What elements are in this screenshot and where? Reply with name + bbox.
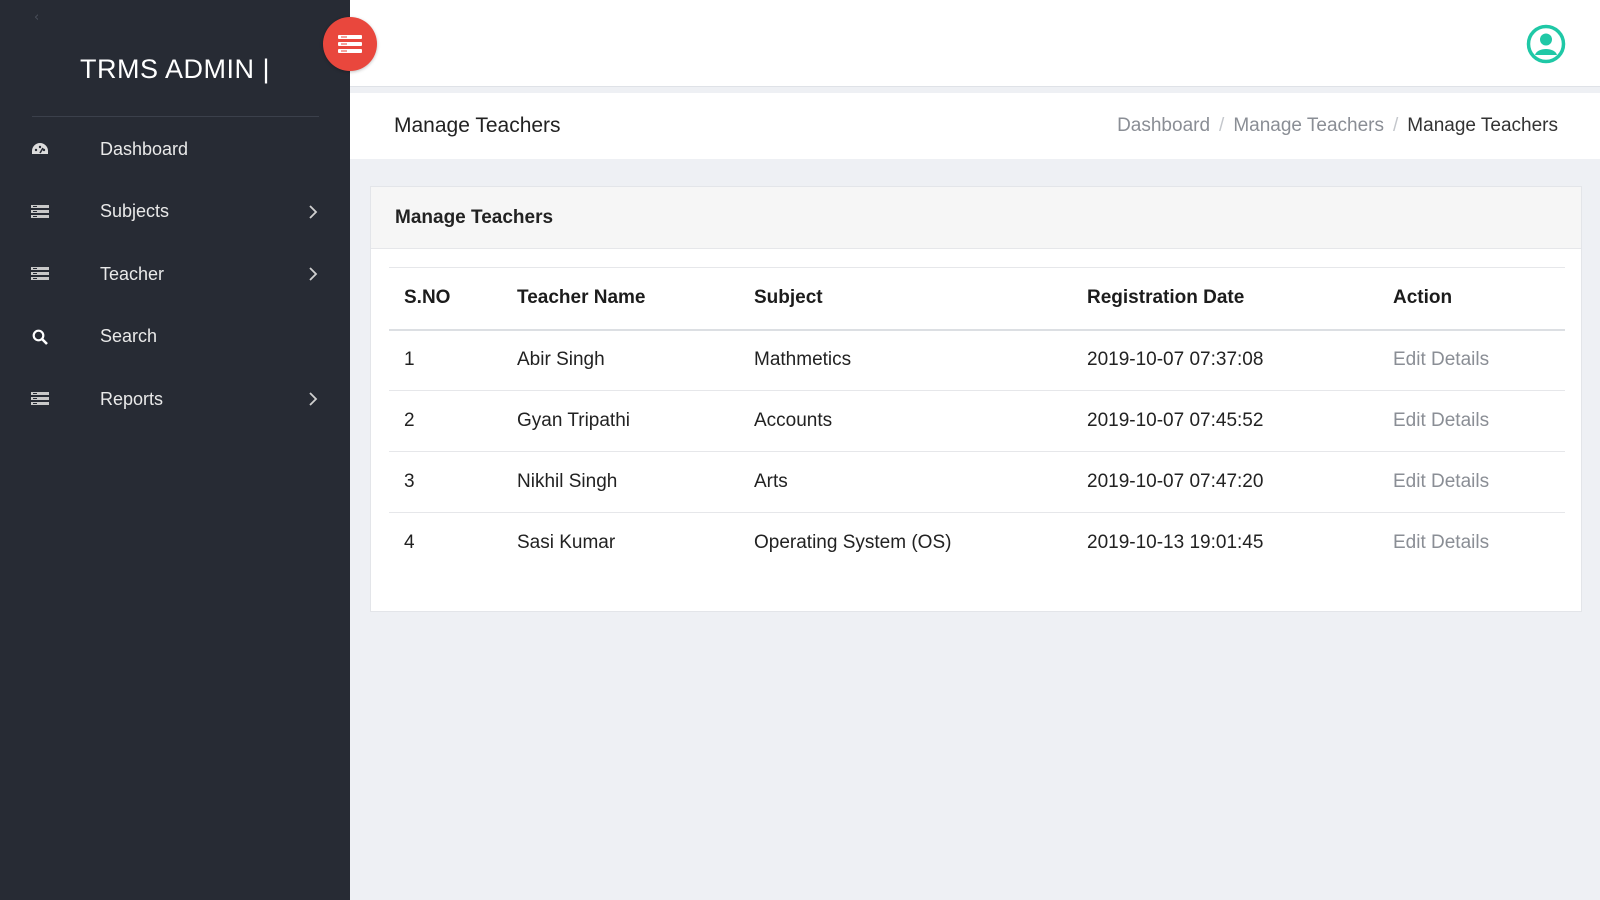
cell-subject: Operating System (OS) (754, 532, 952, 554)
back-arrow-icon[interactable]: ‹ (34, 10, 39, 25)
teachers-table: S.NO Teacher Name Subject Registration D… (389, 267, 1565, 574)
chevron-right-icon (306, 392, 320, 406)
cell-teacher-name: Nikhil Singh (502, 451, 739, 513)
cell-subject: Mathmetics (739, 329, 1072, 391)
menu-list-icon (338, 35, 362, 53)
brand-title: TRMS ADMIN | (79, 54, 271, 84)
cell-registration-date: 2019-10-07 07:37:08 (1072, 329, 1378, 391)
sidebar-item-label: Dashboard (100, 138, 189, 159)
page-header: Manage Teachers Dashboard / Manage Teach… (350, 93, 1600, 159)
cell-registration-date: 2019-10-07 07:47:20 (1072, 451, 1378, 513)
sidebar-nav: Dashboard Subjects Teacher Search Report… (0, 118, 350, 431)
search-icon (30, 327, 50, 347)
cell-teacher-name: Abir Singh (502, 329, 739, 391)
sidebar-item-label: Search (100, 326, 158, 347)
sidebar-item-label: Teacher (100, 263, 165, 284)
cell-registration-date: 2019-10-07 07:45:52 (1072, 390, 1378, 452)
column-header-action: Action (1378, 267, 1565, 331)
sidebar-item-label: Reports (100, 388, 164, 409)
sidebar-item-dashboard[interactable]: Dashboard (0, 118, 350, 181)
column-header-subject: Subject (739, 267, 1072, 331)
breadcrumb-link-manage-teachers[interactable]: Manage Teachers (1233, 115, 1384, 137)
table-row: 3 Nikhil Singh Arts 2019-10-07 07:47:20 … (389, 451, 1565, 513)
dashboard-gauge-icon (30, 139, 50, 159)
breadcrumb-link-dashboard[interactable]: Dashboard (1117, 115, 1210, 137)
card-title: Manage Teachers (371, 187, 1581, 249)
breadcrumb-separator: / (1219, 115, 1225, 136)
table-row: 1 Abir Singh Mathmetics 2019-10-07 07:37… (389, 329, 1565, 391)
edit-details-link[interactable]: Edit Details (1378, 451, 1565, 513)
cell-sno: 2 (389, 390, 502, 452)
cell-teacher-name: Gyan Tripathi (502, 390, 739, 452)
table-header-row: S.NO Teacher Name Subject Registration D… (389, 267, 1565, 331)
column-header-registration-date: Registration Date (1072, 267, 1378, 331)
column-header-sno: S.NO (389, 267, 502, 331)
breadcrumb-current: Manage Teachers (1407, 115, 1558, 136)
cell-subject: Arts (739, 451, 1072, 513)
divider (32, 116, 319, 117)
cell-registration-date: 2019-10-13 19:01:45 (1087, 532, 1264, 554)
top-bar (350, 0, 1600, 87)
table-row: 4 Sasi Kumar Operating System (OS) 2019-… (389, 513, 1565, 574)
teachers-card: Manage Teachers S.NO Teacher Name Subjec… (370, 186, 1582, 612)
sidebar-toggle-button[interactable] (323, 17, 377, 71)
sidebar: ‹ TRMS ADMIN | Dashboard Subjects Teache… (0, 0, 350, 900)
chevron-right-icon (306, 205, 320, 219)
list-icon (30, 389, 50, 409)
breadcrumb-separator: / (1393, 115, 1399, 136)
cell-sno: 3 (389, 451, 502, 513)
edit-details-link[interactable]: Edit Details (1378, 329, 1565, 391)
column-header-teacher-name: Teacher Name (502, 267, 739, 331)
breadcrumb: Dashboard / Manage Teachers / Manage Tea… (1117, 115, 1558, 137)
sidebar-item-label: Subjects (100, 201, 170, 222)
list-icon (30, 202, 50, 222)
user-avatar-icon[interactable] (1526, 24, 1566, 64)
cell-teacher-name: Sasi Kumar (517, 532, 616, 554)
sidebar-item-search[interactable]: Search (0, 306, 350, 369)
edit-details-link[interactable]: Edit Details (1378, 390, 1565, 452)
sidebar-item-reports[interactable]: Reports (0, 368, 350, 431)
table-row: 2 Gyan Tripathi Accounts 2019-10-07 07:4… (389, 390, 1565, 452)
cell-subject: Accounts (739, 390, 1072, 452)
list-icon (30, 264, 50, 284)
cell-sno: 1 (389, 329, 502, 391)
edit-details-link[interactable]: Edit Details (1378, 513, 1565, 574)
sidebar-item-subjects[interactable]: Subjects (0, 181, 350, 244)
page-title: Manage Teachers (394, 114, 561, 137)
sidebar-item-teacher[interactable]: Teacher (0, 243, 350, 306)
chevron-right-icon (306, 267, 320, 281)
cell-sno: 4 (404, 532, 415, 554)
